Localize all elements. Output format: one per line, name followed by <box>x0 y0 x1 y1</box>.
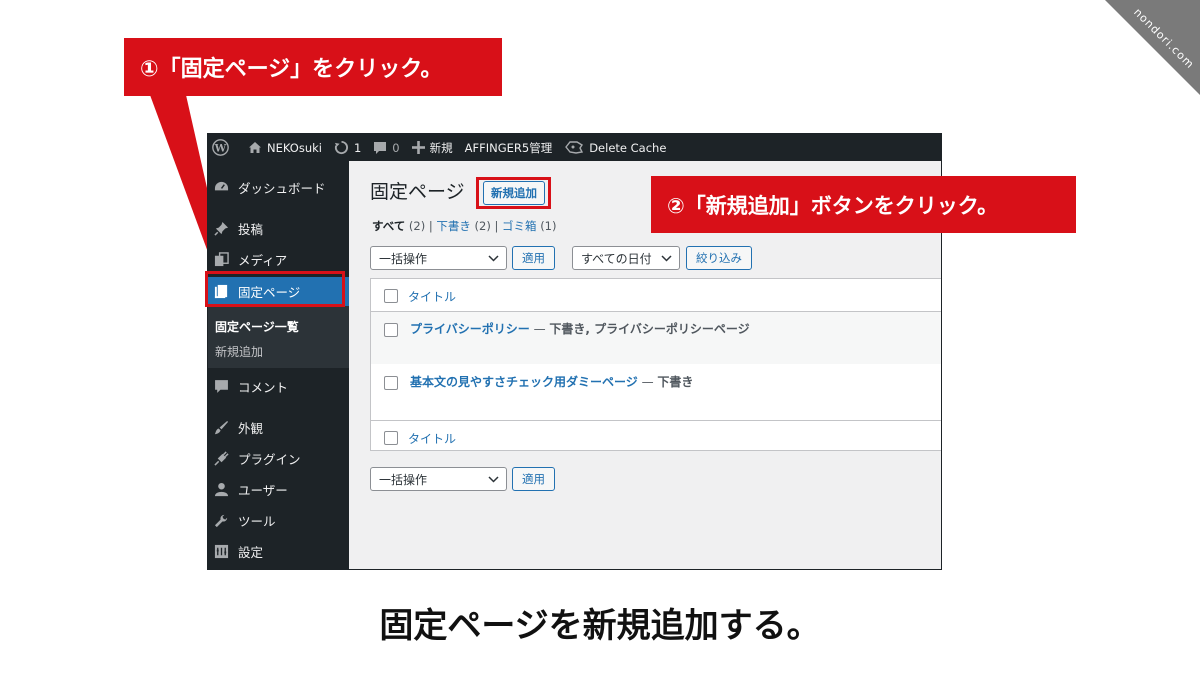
select-all-checkbox[interactable] <box>384 289 398 303</box>
post-title-link[interactable]: プライバシーポリシー <box>410 322 530 336</box>
sidebar-item-label: 投稿 <box>238 221 264 237</box>
comment-bubble-icon <box>374 141 387 154</box>
sidebar-item-label: ダッシュボード <box>238 180 326 196</box>
dashboard-icon <box>213 179 229 195</box>
apply-button-bottom[interactable]: 適用 <box>512 467 555 491</box>
updates-icon <box>334 140 348 155</box>
sidebar-item-media[interactable]: メディア <box>208 246 349 272</box>
pages-table: タイトル プライバシーポリシー — 下書き, プライバシーポリシーページ 基本文… <box>370 278 941 451</box>
wp-logo-menu[interactable]: W <box>208 134 240 161</box>
plugin-icon <box>213 450 229 466</box>
highlight-pages-menu <box>205 271 345 307</box>
comments-menu[interactable]: 0 <box>367 134 405 161</box>
sidebar-item-label: 外観 <box>238 420 264 436</box>
select-all-checkbox-bottom[interactable] <box>384 431 398 445</box>
post-title-link[interactable]: 基本文の見やすさチェック用ダミーページ <box>410 375 638 389</box>
date-filter-select[interactable]: すべての日付 <box>572 246 680 270</box>
pin-icon <box>213 220 229 236</box>
delete-cache-menu[interactable]: Delete Cache <box>558 134 672 161</box>
table-row: 基本文の見やすさチェック用ダミーページ — 下書き <box>371 365 941 420</box>
table-footer: タイトル <box>371 420 941 451</box>
column-title[interactable]: タイトル <box>408 288 456 305</box>
column-title-bottom[interactable]: タイトル <box>408 430 456 447</box>
step2-callout: ②「新規追加」ボタンをクリック。 <box>651 176 1076 233</box>
site-name: NEKOsuki <box>267 140 322 155</box>
status-filter-links: すべて (2) | 下書き (2) | ゴミ箱 (1) <box>372 218 556 234</box>
sidebar-item-settings[interactable]: 設定 <box>208 538 349 564</box>
submenu-all-pages[interactable]: 固定ページ一覧 <box>215 318 299 335</box>
user-icon <box>213 481 229 497</box>
svg-text:W: W <box>214 142 227 154</box>
sidebar-item-label: ユーザー <box>238 482 288 498</box>
date-filter-value: すべての日付 <box>581 251 652 266</box>
sidebar-item-comments[interactable]: コメント <box>208 373 349 399</box>
sidebar-item-label: 設定 <box>238 544 264 560</box>
sidebar-item-label: ツール <box>238 513 276 529</box>
bulk-action-select-top[interactable]: 一括操作 <box>370 246 507 270</box>
filter-draft[interactable]: 下書き <box>436 219 471 233</box>
cache-cleaner-icon <box>565 141 584 154</box>
wrench-icon <box>213 512 229 528</box>
submenu-add-new[interactable]: 新規追加 <box>215 343 263 360</box>
comments-count: 0 <box>392 140 400 155</box>
highlight-add-new-button <box>476 177 551 209</box>
media-icon <box>213 251 229 267</box>
updates-count: 1 <box>353 140 362 155</box>
admin-sidebar: ダッシュボード 投稿 メディア 固定ページ 固定ページ一覧 新規追加 コメント … <box>208 161 349 569</box>
table-header: タイトル <box>371 279 941 312</box>
filter-draft-count: (2) <box>474 219 491 233</box>
table-row: プライバシーポリシー — 下書き, プライバシーポリシーページ <box>371 312 941 364</box>
row-checkbox[interactable] <box>384 323 398 337</box>
row-content: 基本文の見やすさチェック用ダミーページ — 下書き <box>410 373 693 390</box>
sidebar-item-plugins[interactable]: プラグイン <box>208 445 349 471</box>
sidebar-item-users[interactable]: ユーザー <box>208 476 349 502</box>
new-label: 新規 <box>429 140 453 155</box>
post-state-sep: — <box>637 375 658 389</box>
settings-icon <box>213 543 229 559</box>
sidebar-item-appearance[interactable]: 外観 <box>208 414 349 440</box>
sidebar-item-tools[interactable]: ツール <box>208 507 349 533</box>
bulk-action-value: 一括操作 <box>379 472 428 487</box>
watermark-corner <box>1105 0 1200 95</box>
filter-separator: | <box>494 219 499 233</box>
plus-icon <box>411 141 425 154</box>
post-state-sep: — <box>529 322 550 336</box>
comment-icon <box>213 378 229 394</box>
chevron-down-icon <box>488 476 499 483</box>
affinger-label: AFFINGER5管理 <box>464 140 553 155</box>
filter-trash[interactable]: ゴミ箱 <box>502 219 537 233</box>
appearance-icon <box>213 419 229 435</box>
home-icon <box>249 142 261 153</box>
filter-button[interactable]: 絞り込み <box>686 246 752 270</box>
sidebar-item-posts[interactable]: 投稿 <box>208 215 349 241</box>
admin-bar: W NEKOsuki 1 0 新規 AFFINGER5管理 Delete Cac… <box>208 134 941 161</box>
chevron-down-icon <box>661 255 672 262</box>
row-checkbox[interactable] <box>384 376 398 390</box>
sidebar-item-label: コメント <box>238 379 289 395</box>
chevron-down-icon <box>488 255 499 262</box>
bulk-action-value: 一括操作 <box>379 251 428 266</box>
page-title: 固定ページ <box>370 181 465 203</box>
caption: 固定ページを新規追加する。 <box>379 606 821 646</box>
affinger-menu[interactable]: AFFINGER5管理 <box>459 134 559 161</box>
bulk-action-select-bottom[interactable]: 一括操作 <box>370 467 507 491</box>
filter-separator: | <box>428 219 433 233</box>
wordpress-icon: W <box>212 139 229 156</box>
updates-menu[interactable]: 1 <box>328 134 367 161</box>
sidebar-item-label: プラグイン <box>238 451 301 467</box>
post-state: 下書き <box>657 375 694 389</box>
filter-all[interactable]: すべて <box>372 219 405 233</box>
filter-all-count: (2) <box>408 219 426 233</box>
step1-callout: ①「固定ページ」をクリック。 <box>124 38 502 96</box>
apply-button-top[interactable]: 適用 <box>512 246 555 270</box>
filter-trash-count: (1) <box>540 219 557 233</box>
post-state: 下書き, プライバシーポリシーページ <box>549 322 750 336</box>
sidebar-item-label: メディア <box>238 252 288 268</box>
new-content-menu[interactable]: 新規 <box>406 134 459 161</box>
pages-submenu: 固定ページ一覧 新規追加 <box>208 306 349 368</box>
site-name-menu[interactable]: NEKOsuki <box>242 134 328 161</box>
delete-cache-label: Delete Cache <box>589 140 667 155</box>
row-content: プライバシーポリシー — 下書き, プライバシーポリシーページ <box>410 320 750 337</box>
sidebar-item-dashboard[interactable]: ダッシュボード <box>208 174 349 200</box>
